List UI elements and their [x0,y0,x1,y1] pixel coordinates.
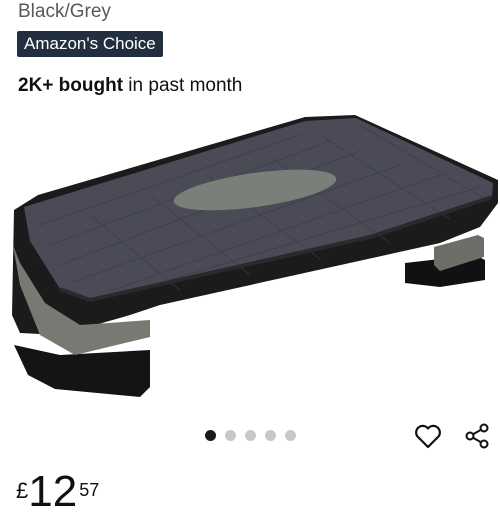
price-currency: £ [16,478,29,503]
social-proof-period: in past month [123,75,243,96]
share-icon [465,423,489,449]
price-fraction: 57 [79,480,100,500]
wishlist-button[interactable] [412,420,444,452]
carousel-dot-2[interactable] [224,430,236,441]
price-whole: 12 [28,467,78,516]
carousel-dot-3[interactable] [244,430,256,441]
social-proof-count: 2K+ bought [18,75,124,96]
product-image[interactable] [0,105,500,405]
carousel-dot-4[interactable] [264,430,276,441]
heart-outline-icon [415,424,441,449]
step-platform-image [12,115,498,397]
share-button[interactable] [461,420,493,452]
social-proof: 2K+ bought in past month [18,73,242,99]
amazons-choice-badge[interactable]: Amazon's Choice [17,31,163,57]
price: £ 12 57 [16,466,100,514]
variant-label: Black/Grey [18,1,111,22]
carousel-dot-1[interactable] [204,430,216,441]
carousel-dot-5[interactable] [284,430,296,441]
